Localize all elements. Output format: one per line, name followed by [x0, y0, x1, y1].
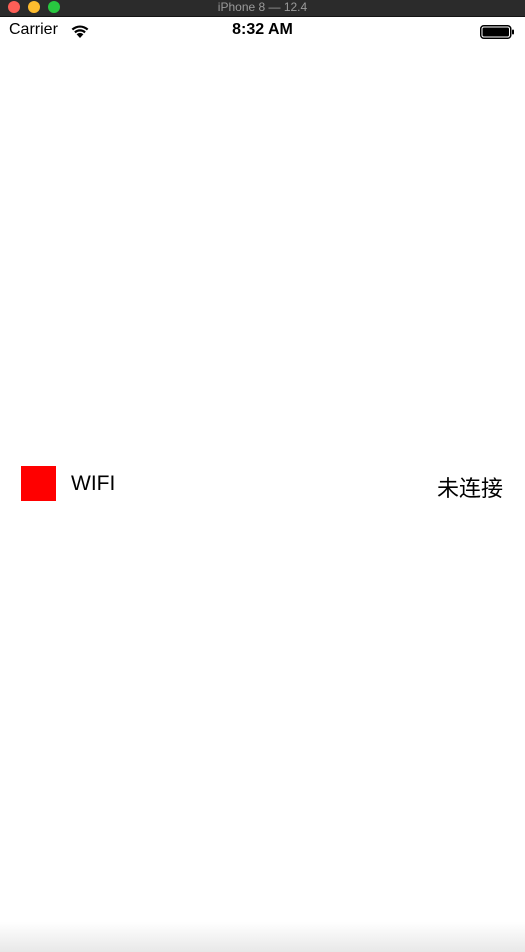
- phone-screen: Carrier 8:32 AM WIFI 未连接: [0, 17, 525, 952]
- wifi-connection-status: 未连接: [436, 477, 503, 502]
- simulator-window: iPhone 8 — 12.4 Carrier 8:32 AM WIFI 未连接: [0, 0, 525, 952]
- status-time: 8:32 AM: [232, 21, 293, 38]
- window-title: iPhone 8 — 12.4: [217, 0, 308, 14]
- red-square-indicator-icon: [21, 466, 56, 501]
- wifi-status-row: WIFI 未连接: [0, 466, 525, 502]
- bottom-edge: [0, 922, 525, 952]
- status-bar: Carrier 8:32 AM: [0, 17, 525, 45]
- battery-icon: [480, 25, 514, 39]
- wifi-label: WIFI: [71, 472, 116, 495]
- window-titlebar: iPhone 8 — 12.4: [0, 0, 525, 17]
